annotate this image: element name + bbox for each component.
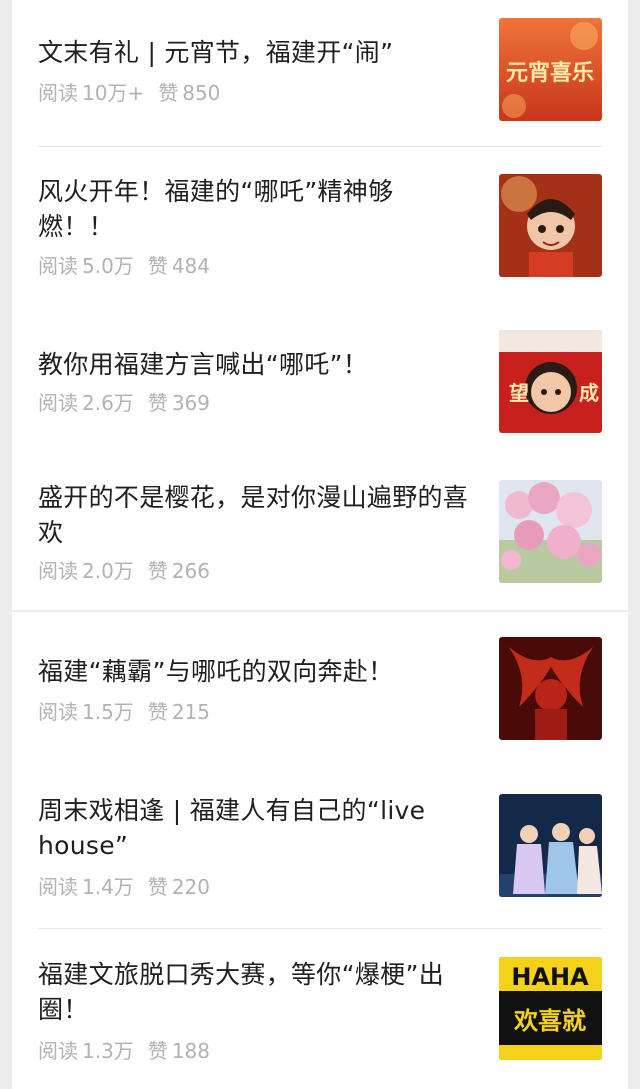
- reads-label: 阅读: [38, 391, 78, 415]
- likes-count: 266: [171, 559, 210, 583]
- article-card-group-1: 文末有礼 | 元宵节，福建开“闹” 阅读 10万+ 赞 850 元宵喜乐 风火开…: [12, 0, 628, 610]
- thumb-text: 元宵喜乐: [506, 60, 594, 86]
- reads-count: 1.3万: [82, 1039, 134, 1063]
- nezha-cartoon-icon[interactable]: [499, 174, 602, 277]
- reads-count: 2.6万: [82, 391, 134, 415]
- article-item[interactable]: 福建文旅脱口秀大赛，等你“爆梗”出圈！ 阅读 1.3万赞 188 HAHA 欢喜就: [12, 929, 628, 1089]
- likes-label: 赞: [147, 700, 168, 724]
- article-meta: 阅读 2.0万赞 266: [38, 558, 210, 584]
- article-item[interactable]: 文末有礼 | 元宵节，福建开“闹” 阅读 10万+ 赞 850 元宵喜乐: [12, 0, 628, 146]
- lantern-festival-icon[interactable]: 元宵喜乐: [499, 18, 602, 121]
- thumb-text-right: 成: [579, 381, 599, 405]
- article-title[interactable]: 风火开年！福建的“哪吒”精神够燃！！: [38, 174, 443, 244]
- reads-label: 阅读: [38, 700, 78, 724]
- article-meta: 阅读 10万+ 赞 850: [38, 80, 220, 106]
- likes-label: 赞: [147, 559, 168, 583]
- reads-label: 阅读: [38, 254, 78, 278]
- article-title[interactable]: 周末戏相逢 | 福建人有自己的“live house”: [38, 793, 478, 863]
- reads-count: 1.4万: [82, 875, 134, 899]
- likes-count: 369: [171, 391, 210, 415]
- article-title[interactable]: 教你用福建方言喊出“哪吒”！: [38, 347, 478, 382]
- article-card-group-2: 福建“藕霸”与哪吒的双向奔赴！ 阅读 1.5万赞 215 周末戏相逢 | 福建人有自…: [12, 612, 628, 1089]
- talk-show-poster-icon[interactable]: HAHA 欢喜就: [499, 957, 602, 1060]
- reads-label: 阅读: [38, 81, 78, 105]
- cherry-blossom-icon[interactable]: [499, 480, 602, 583]
- likes-label: 赞: [147, 875, 168, 899]
- likes-count: 220: [171, 875, 210, 899]
- likes-label: 赞: [147, 391, 168, 415]
- article-item[interactable]: 教你用福建方言喊出“哪吒”！ 阅读 2.6万赞 369 望 成: [12, 302, 628, 450]
- opera-stage-icon[interactable]: [499, 794, 602, 897]
- likes-count: 484: [171, 254, 210, 278]
- article-list-page: 文末有礼 | 元宵节，福建开“闹” 阅读 10万+ 赞 850 元宵喜乐 风火开…: [0, 0, 640, 1089]
- thumb-text: HAHA: [511, 963, 589, 991]
- likes-label: 赞: [147, 1039, 168, 1063]
- article-meta: 阅读 1.5万赞 215: [38, 699, 210, 725]
- article-item[interactable]: 福建“藕霸”与哪吒的双向奔赴！ 阅读 1.5万赞 215: [12, 612, 628, 771]
- reads-count: 1.5万: [82, 700, 134, 724]
- reads-label: 阅读: [38, 875, 78, 899]
- article-meta: 阅读 5.0万赞 484: [38, 253, 210, 279]
- likes-count: 188: [171, 1039, 210, 1063]
- article-item[interactable]: 风火开年！福建的“哪吒”精神够燃！！ 阅读 5.0万赞 484: [12, 147, 628, 302]
- likes-label: 赞: [147, 254, 168, 278]
- red-figure-icon[interactable]: [499, 637, 602, 740]
- reads-label: 阅读: [38, 559, 78, 583]
- article-item[interactable]: 周末戏相逢 | 福建人有自己的“live house” 阅读 1.4万赞 220: [12, 771, 628, 928]
- article-meta: 阅读 1.4万赞 220: [38, 874, 210, 900]
- article-item[interactable]: 盛开的不是樱花，是对你漫山遍野的喜欢 阅读 2.0万赞 266: [12, 450, 628, 610]
- article-title[interactable]: 文末有礼 | 元宵节，福建开“闹”: [38, 35, 478, 70]
- reads-count: 5.0万: [82, 254, 134, 278]
- thumb-text-2: 欢喜就: [513, 1007, 586, 1035]
- reads-count: 10万+: [82, 81, 145, 105]
- reads-label: 阅读: [38, 1039, 78, 1063]
- likes-label: 赞: [158, 81, 179, 105]
- article-meta: 阅读 1.3万赞 188: [38, 1038, 210, 1064]
- likes-count: 850: [182, 81, 221, 105]
- article-title[interactable]: 盛开的不是樱花，是对你漫山遍野的喜欢: [38, 480, 478, 550]
- article-title[interactable]: 福建“藕霸”与哪吒的双向奔赴！: [38, 654, 478, 689]
- thumb-text-left: 望: [509, 381, 529, 405]
- article-meta: 阅读 2.6万赞 369: [38, 390, 210, 416]
- reads-count: 2.0万: [82, 559, 134, 583]
- likes-count: 215: [171, 700, 210, 724]
- nezha-dialect-icon[interactable]: 望 成: [499, 330, 602, 433]
- article-title[interactable]: 福建文旅脱口秀大赛，等你“爆梗”出圈！: [38, 957, 478, 1027]
